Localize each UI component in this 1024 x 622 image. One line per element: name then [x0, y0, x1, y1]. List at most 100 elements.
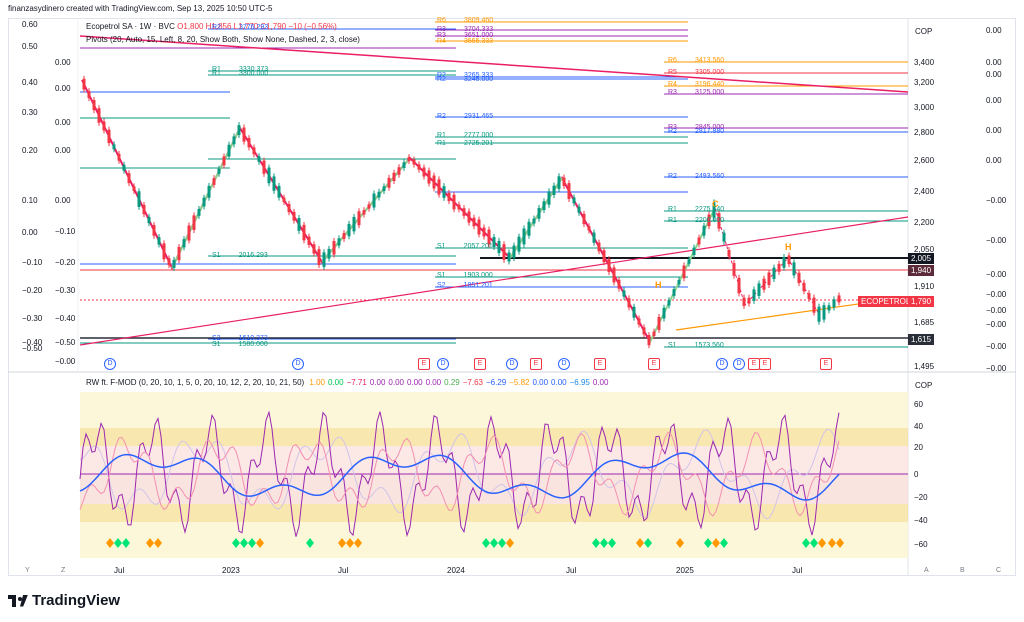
candle: [307, 236, 311, 245]
osc-tick: −40: [914, 516, 928, 525]
candle: [222, 156, 226, 166]
bottom-button-z[interactable]: Z: [61, 567, 65, 574]
time-tick[interactable]: Jul: [338, 566, 348, 575]
candle: [602, 250, 606, 263]
candle: [267, 167, 271, 184]
pivot-tag: R1: [212, 70, 221, 77]
pivot-label: S1 1903.000: [437, 272, 493, 279]
event-marker-e[interactable]: E: [820, 358, 832, 370]
pivot-tag: S1: [212, 252, 221, 259]
event-marker-d[interactable]: D: [104, 358, 116, 370]
event-marker-e[interactable]: E: [530, 358, 542, 370]
right-axis2-tick: 0.00: [986, 26, 1002, 35]
pivot-tag: S1: [437, 243, 446, 250]
time-tick[interactable]: 2025: [676, 566, 694, 575]
candle: [737, 277, 741, 294]
candle: [157, 237, 161, 245]
candle: [837, 295, 841, 303]
candle: [192, 215, 196, 231]
candle: [782, 256, 786, 268]
time-tick[interactable]: Jul: [792, 566, 802, 575]
time-tick[interactable]: Jul: [566, 566, 576, 575]
pivot-value: 2016.293: [238, 252, 268, 259]
oscillator-value: 1.00: [309, 378, 325, 387]
candle: [442, 186, 446, 198]
event-marker-e[interactable]: E: [594, 358, 606, 370]
bottom-button-b[interactable]: B: [960, 567, 965, 574]
candle: [137, 191, 141, 207]
candle: [312, 244, 316, 254]
candle: [677, 280, 681, 285]
candle: [347, 223, 351, 237]
symbol-name[interactable]: Ecopetrol SA · 1W · BVC: [86, 22, 175, 31]
oscillator-value: 0.00: [551, 378, 567, 387]
time-tick[interactable]: 2023: [222, 566, 240, 575]
pivot-value: 1903.000: [463, 272, 493, 279]
osc-currency-label: COP: [915, 381, 933, 390]
event-marker-d[interactable]: D: [292, 358, 304, 370]
candle: [152, 225, 156, 236]
event-marker-d[interactable]: D: [716, 358, 728, 370]
pivot-label: R3 3125.000: [668, 89, 724, 96]
tradingview-logo[interactable]: TradingView: [8, 592, 120, 609]
candle: [517, 236, 521, 252]
pivot-label: R1 2200.000: [668, 217, 724, 224]
candle: [742, 297, 746, 306]
bottom-button-a[interactable]: A: [924, 567, 929, 574]
candle: [657, 316, 661, 330]
candle: [132, 186, 136, 191]
candle: [362, 210, 366, 215]
time-tick[interactable]: Jul: [114, 566, 124, 575]
event-marker-e[interactable]: E: [648, 358, 660, 370]
candle: [322, 252, 326, 267]
pivot-tag: R3: [668, 89, 677, 96]
candle: [642, 327, 646, 335]
event-marker-e[interactable]: E: [759, 358, 771, 370]
left-axis2-tick: 0.00: [55, 84, 71, 93]
candle: [87, 91, 91, 99]
candle: [182, 239, 186, 248]
oscillator-name[interactable]: RW ft. F-MOD (0, 20, 10, 1, 5, 0, 20, 10…: [86, 378, 304, 387]
price-chart[interactable]: [0, 0, 1024, 622]
candle: [352, 216, 356, 232]
oscillator-value: 0.00: [388, 378, 404, 387]
candle: [272, 176, 276, 191]
candle: [632, 306, 636, 318]
candle: [662, 307, 666, 319]
time-tick[interactable]: 2024: [447, 566, 465, 575]
bottom-button-c[interactable]: C: [996, 567, 1001, 574]
price-label: 1,940: [908, 265, 935, 276]
event-marker-d[interactable]: D: [437, 358, 449, 370]
oscillator-value: 0.00: [592, 378, 609, 387]
event-marker-e[interactable]: E: [418, 358, 430, 370]
pivot-tag: R1: [437, 132, 446, 139]
candle: [512, 245, 516, 259]
candle: [142, 204, 146, 215]
event-marker-d[interactable]: D: [558, 358, 570, 370]
event-marker-d[interactable]: D: [733, 358, 745, 370]
pivot-tag: R1: [668, 206, 677, 213]
left-axis-tick: −0.10: [22, 258, 43, 267]
event-marker-e[interactable]: E: [474, 358, 486, 370]
pivot-value: 3245.000: [463, 76, 494, 83]
bottom-button-y[interactable]: Y: [25, 567, 30, 574]
oscillator-legend[interactable]: RW ft. F-MOD (0, 20, 10, 1, 5, 0, 20, 10…: [86, 378, 614, 387]
candle: [542, 201, 546, 211]
right-axis2-tick: −0.00: [986, 364, 1007, 373]
candle: [577, 206, 581, 213]
pivot-tag: R2: [437, 113, 446, 120]
pivot-label: R2 3776.293: [212, 24, 268, 31]
left-axis-tick: 0.00: [22, 228, 38, 237]
event-marker-d[interactable]: D: [506, 358, 518, 370]
candle: [557, 176, 561, 189]
candle: [337, 238, 341, 246]
candle: [607, 259, 611, 273]
pivot-tag: S1: [668, 342, 677, 349]
candle: [497, 240, 501, 254]
candle: [762, 278, 766, 290]
candle: [637, 318, 641, 325]
candle: [672, 289, 676, 296]
pivots-legend[interactable]: Pivots (20, Auto, 15, Left, 8, 20, Show …: [86, 35, 360, 44]
candle: [232, 136, 236, 145]
oscillator-value: 0.29: [444, 378, 460, 387]
